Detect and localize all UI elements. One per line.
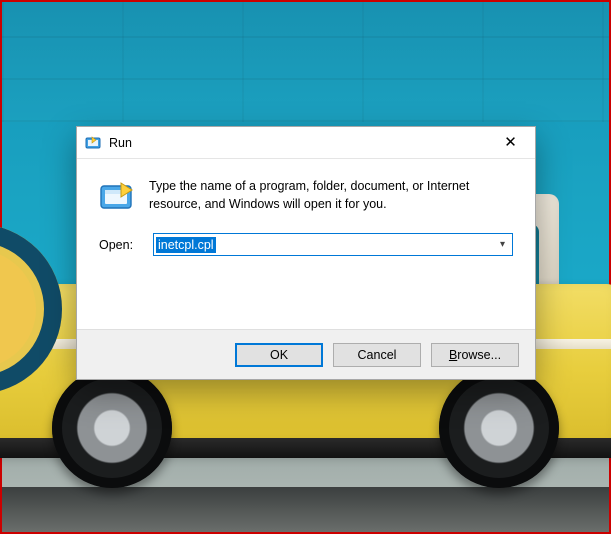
run-dialog: Run ✕ Type the name of a program, folder… (76, 126, 536, 380)
open-combobox[interactable]: inetcpl.cpl ▾ (153, 233, 513, 256)
open-input-selected-text[interactable]: inetcpl.cpl (156, 237, 216, 253)
dialog-button-row: OK Cancel Browse... (77, 329, 535, 379)
open-field-row: Open: inetcpl.cpl ▾ (77, 215, 535, 256)
browse-button[interactable]: Browse... (431, 343, 519, 367)
run-icon (99, 179, 135, 215)
close-icon: ✕ (504, 135, 517, 150)
run-icon-small (85, 135, 101, 151)
ok-button[interactable]: OK (235, 343, 323, 367)
cancel-button[interactable]: Cancel (333, 343, 421, 367)
background-bricks (2, 2, 609, 122)
background-road (2, 487, 609, 532)
dialog-description: Type the name of a program, folder, docu… (149, 177, 513, 215)
open-dropdown-button[interactable]: ▾ (492, 234, 512, 255)
close-button[interactable]: ✕ (488, 128, 533, 158)
desktop-background: Run ✕ Type the name of a program, folder… (0, 0, 611, 534)
dialog-content: Type the name of a program, folder, docu… (77, 159, 535, 215)
titlebar[interactable]: Run ✕ (77, 127, 535, 159)
dialog-title: Run (107, 136, 488, 150)
open-label: Open: (99, 238, 141, 252)
chevron-down-icon: ▾ (500, 239, 505, 250)
